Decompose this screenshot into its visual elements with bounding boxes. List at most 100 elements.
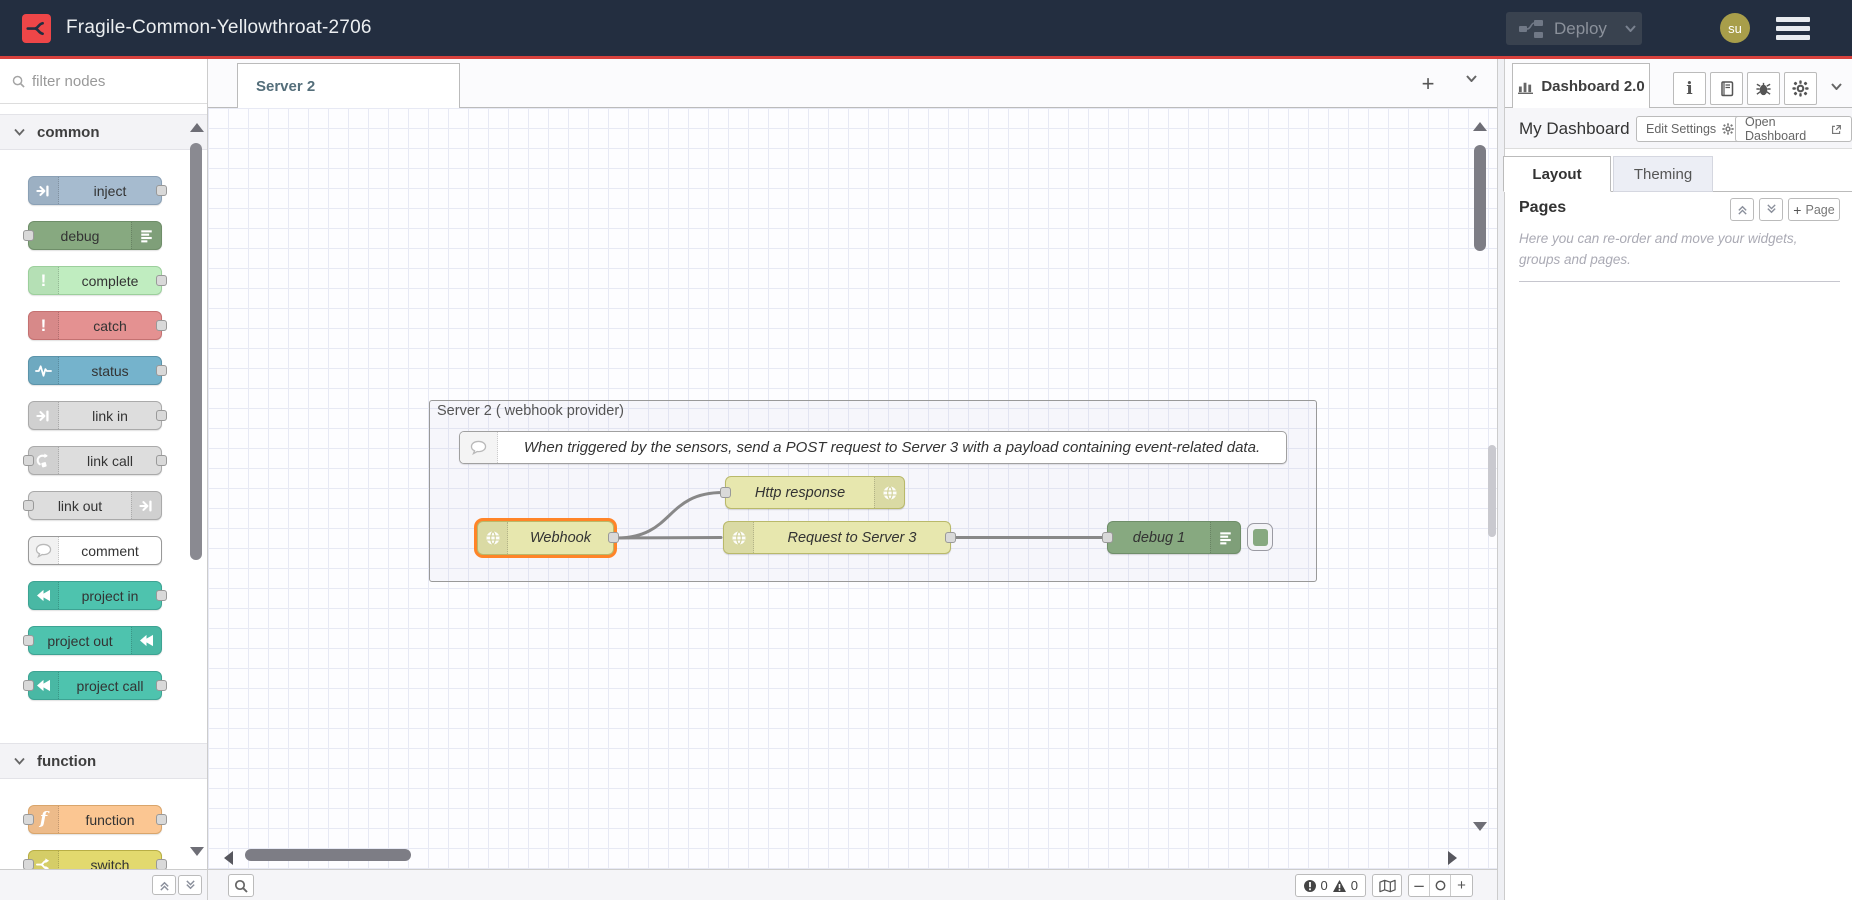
node-output-port[interactable] (156, 455, 167, 466)
pages-heading: Pages (1519, 199, 1566, 217)
edit-settings-button[interactable]: Edit Settings (1636, 116, 1744, 142)
palette-node-label: catch (59, 312, 161, 339)
add-page-button[interactable]: +Page (1788, 198, 1840, 221)
canvas-scroll-down-icon[interactable] (1471, 820, 1489, 833)
palette-node-complete[interactable]: ! complete (28, 266, 162, 295)
node-output-port[interactable] (156, 185, 167, 196)
dashboard-header: My Dashboard Edit Settings Open Dashboar… (1505, 108, 1852, 149)
palette-node-switch[interactable]: switch (28, 850, 162, 869)
flow-list-chevron-icon[interactable] (1466, 75, 1477, 82)
main-menu-icon[interactable] (1776, 17, 1810, 40)
palette-node-function[interactable]: f function (28, 805, 162, 834)
notification-badges[interactable]: 0 0 (1295, 874, 1366, 897)
move-page-up-button[interactable] (1730, 198, 1754, 221)
node-output-port[interactable] (156, 365, 167, 376)
collapse-categories-button[interactable] (152, 875, 176, 895)
user-avatar[interactable]: su (1720, 13, 1750, 43)
deploy-button[interactable]: Deploy (1506, 12, 1642, 45)
palette-node-status[interactable]: status (28, 356, 162, 385)
debug-enable-toggle[interactable] (1247, 523, 1273, 551)
add-flow-button[interactable]: + (1415, 71, 1441, 97)
navigator-button[interactable] (1372, 874, 1402, 897)
tab-layout[interactable]: Layout (1503, 156, 1611, 192)
node-input-port[interactable] (23, 455, 34, 466)
sidebar-tab-dashboard[interactable]: Dashboard 2.0 (1512, 63, 1650, 108)
palette-node-inject[interactable]: inject (28, 176, 162, 205)
zoom-reset-button[interactable] (1430, 875, 1451, 896)
expand-categories-button[interactable] (178, 875, 202, 895)
node-input-port[interactable] (23, 230, 34, 241)
palette-category-label: function (37, 753, 96, 770)
palette-node-label: debug (29, 222, 131, 249)
palette-node-debug[interactable]: debug (28, 221, 162, 250)
globe-icon (478, 522, 508, 554)
flow-tab-server-2[interactable]: Server 2 (237, 63, 460, 108)
node-output-port[interactable] (156, 859, 167, 869)
move-page-down-button[interactable] (1759, 198, 1783, 221)
sidebar-menu-chevron-icon[interactable] (1831, 83, 1842, 90)
node-input-port[interactable] (23, 500, 34, 511)
palette-filter-input[interactable]: filter nodes (0, 59, 207, 104)
node-output-port[interactable] (156, 275, 167, 286)
canvas-scroll-left-icon[interactable] (222, 849, 235, 867)
flow-canvas[interactable]: Server 2 ( webhook provider) When trigge… (208, 108, 1497, 869)
comment-node[interactable]: When triggered by the sensors, send a PO… (459, 431, 1287, 464)
palette-scrollbar[interactable] (190, 143, 202, 560)
node-output-port[interactable] (156, 590, 167, 601)
palette-node-project-call[interactable]: project call (28, 671, 162, 700)
palette-node-link-out[interactable]: link out (28, 491, 162, 520)
open-dashboard-button[interactable]: Open Dashboard (1735, 116, 1852, 142)
palette-scroll-up-icon[interactable] (188, 121, 206, 134)
node-input-port[interactable] (720, 487, 731, 498)
palette-node-project-out[interactable]: project out (28, 626, 162, 655)
node-input-port[interactable] (1102, 532, 1113, 543)
flow-node-http_response[interactable]: Http response (725, 476, 905, 509)
flow-node-request[interactable]: Request to Server 3 (723, 521, 951, 554)
palette-node-link-call[interactable]: link call (28, 446, 162, 475)
canvas-scroll-up-icon[interactable] (1471, 120, 1489, 133)
palette-scroll-down-icon[interactable] (188, 845, 206, 858)
node-output-port[interactable] (156, 814, 167, 825)
flow-node-debug1[interactable]: debug 1 (1107, 521, 1241, 554)
node-input-port[interactable] (23, 635, 34, 646)
node-output-port[interactable] (156, 410, 167, 421)
inject-arrow-icon (29, 177, 59, 204)
node-output-port[interactable] (156, 320, 167, 331)
debug-lines-icon (1210, 522, 1240, 553)
palette-node-comment[interactable]: comment (28, 536, 162, 565)
zoom-out-button[interactable]: − (1409, 875, 1430, 896)
palette-node-catch[interactable]: ! catch (28, 311, 162, 340)
pages-help-text: Here you can re-order and move your widg… (1519, 229, 1839, 271)
flow-node-webhook[interactable]: Webhook (477, 521, 614, 555)
status-bar: 0 0 − + (0, 869, 1497, 900)
debug-tab-button[interactable] (1747, 72, 1780, 105)
canvas-vscrollbar[interactable] (1474, 145, 1486, 251)
warning-count: 0 (1351, 878, 1358, 893)
palette-category-common[interactable]: common (0, 114, 207, 150)
canvas-search-button[interactable] (228, 874, 254, 897)
node-output-port[interactable] (945, 532, 956, 543)
add-page-label: Page (1805, 203, 1834, 217)
palette-category-function[interactable]: function (0, 743, 207, 779)
node-input-port[interactable] (23, 814, 34, 825)
chevron-double-down-icon (1766, 204, 1777, 215)
palette-node-link-in[interactable]: link in (28, 401, 162, 430)
node-output-port[interactable] (156, 680, 167, 691)
node-input-port[interactable] (23, 680, 34, 691)
comment-bubble-icon (460, 432, 498, 463)
config-tab-button[interactable] (1784, 72, 1817, 105)
info-tab-button[interactable]: i (1673, 72, 1706, 105)
app-logo-icon (22, 14, 51, 43)
canvas-scroll-right-icon[interactable] (1446, 849, 1459, 867)
sidebar-resize-handle[interactable] (1488, 445, 1496, 537)
deploy-chevron-icon[interactable] (1625, 25, 1636, 32)
node-input-port[interactable] (23, 859, 34, 869)
palette-node-project-in[interactable]: project in (28, 581, 162, 610)
node-output-port[interactable] (608, 532, 619, 543)
flow-node-label: Http response (726, 477, 874, 508)
canvas-hscrollbar[interactable] (245, 849, 411, 861)
tab-theming[interactable]: Theming (1613, 156, 1713, 192)
help-tab-button[interactable] (1710, 72, 1743, 105)
zoom-in-button[interactable]: + (1451, 875, 1472, 896)
node-red-editor: Fragile-Common-Yellowthroat-2706 Deploy … (0, 0, 1852, 900)
